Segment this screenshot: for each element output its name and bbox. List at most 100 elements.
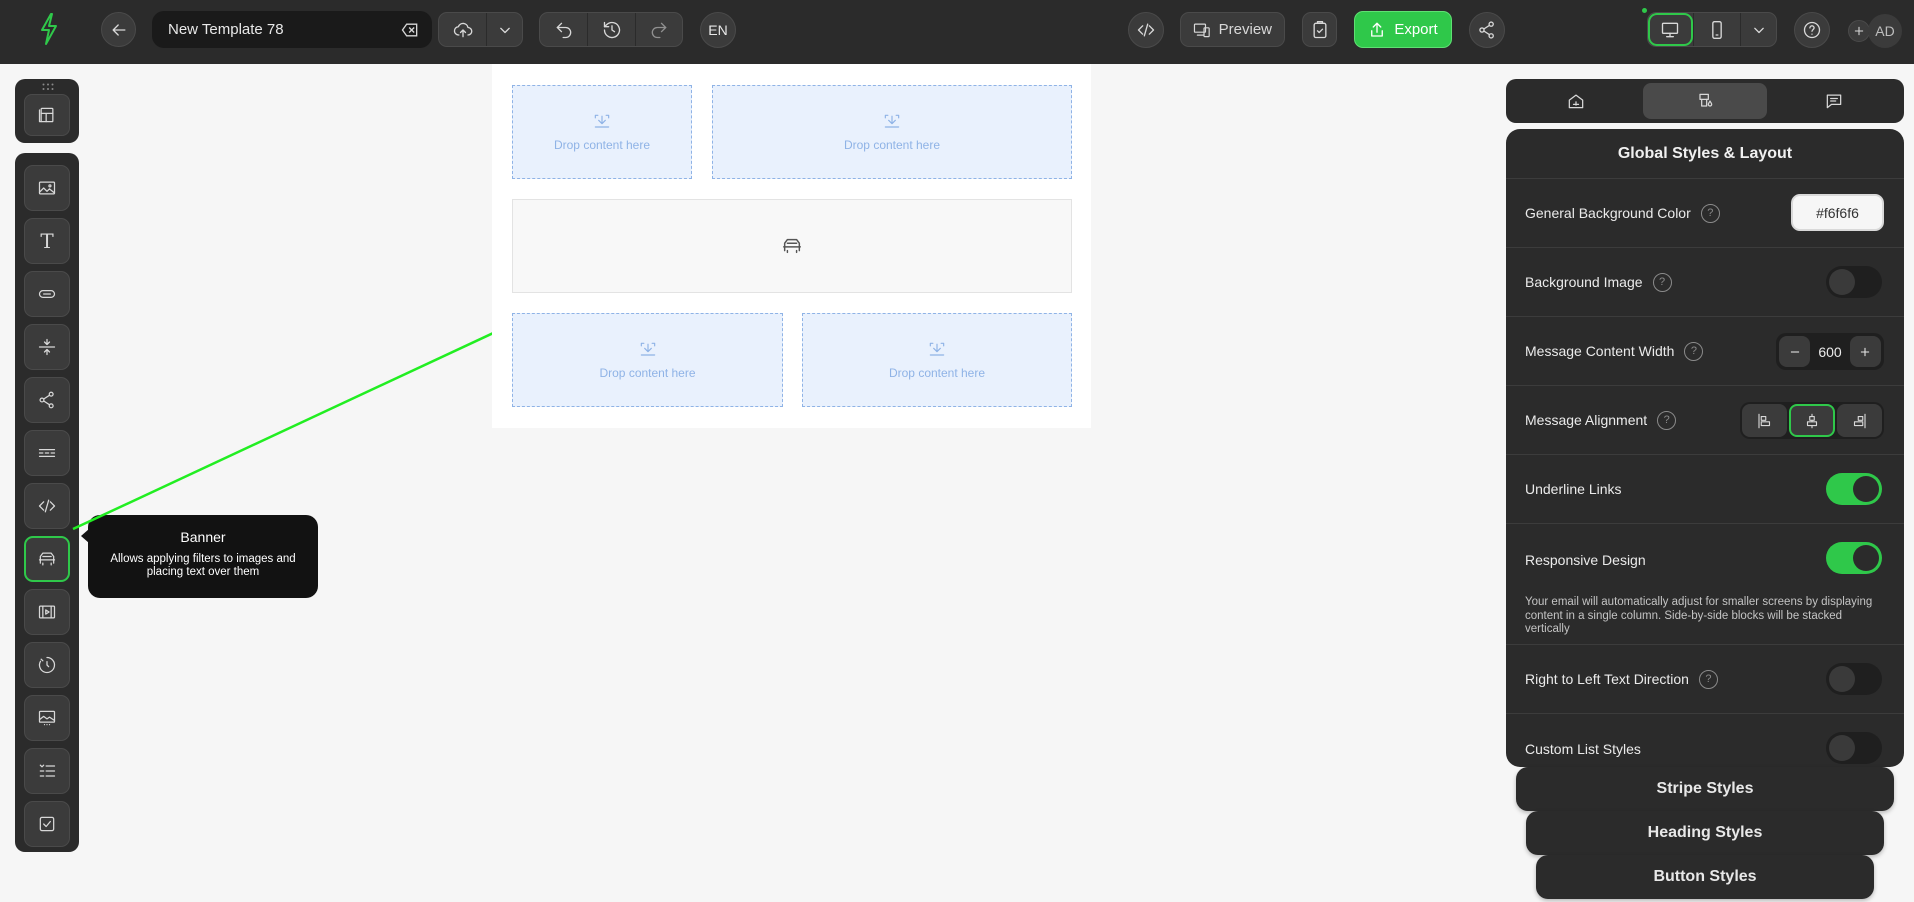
setting-label: General Background Color xyxy=(1525,205,1691,221)
top-toolbar: New Template 78 EN Preview Export AD xyxy=(0,0,1914,64)
share-button[interactable] xyxy=(1469,12,1505,48)
block-menu-button[interactable] xyxy=(24,430,70,476)
preview-button[interactable]: Preview xyxy=(1180,12,1285,47)
house-settings-icon xyxy=(1569,94,1584,109)
status-dot xyxy=(1642,8,1647,13)
setting-label: Responsive Design xyxy=(1525,552,1646,568)
clear-input-icon[interactable] xyxy=(400,20,420,40)
block-timer-button[interactable] xyxy=(24,642,70,688)
test-email-button[interactable] xyxy=(1302,12,1337,47)
width-value[interactable]: 600 xyxy=(1818,344,1841,360)
undo-button[interactable] xyxy=(540,13,587,46)
stripe-styles-accordion[interactable]: Stripe Styles xyxy=(1516,767,1894,811)
arrow-left-icon xyxy=(112,23,125,36)
align-left-button[interactable] xyxy=(1742,404,1788,437)
export-button[interactable]: Export xyxy=(1354,11,1452,48)
block-accordion-button[interactable] xyxy=(24,748,70,794)
underline-links-toggle[interactable] xyxy=(1826,473,1882,505)
block-button-button[interactable] xyxy=(24,271,70,317)
content-width-stepper: 600 xyxy=(1776,333,1884,370)
code-icon xyxy=(1137,23,1155,37)
version-history-button[interactable] xyxy=(587,13,634,46)
banner-tooltip: Banner Allows applying filters to images… xyxy=(81,515,318,598)
code-editor-button[interactable] xyxy=(1128,12,1164,48)
setting-row-underline-links: Underline Links xyxy=(1506,455,1904,524)
heading-styles-accordion[interactable]: Heading Styles xyxy=(1526,811,1884,855)
align-right-button[interactable] xyxy=(1836,404,1882,437)
background-color-picker[interactable]: #f6f6f6 xyxy=(1791,194,1884,231)
back-button[interactable] xyxy=(101,12,136,47)
button-styles-accordion[interactable]: Button Styles xyxy=(1536,855,1874,899)
save-group xyxy=(438,12,523,47)
alignment-selector xyxy=(1740,402,1884,439)
history-icon xyxy=(603,21,620,38)
drop-zone[interactable]: Drop content here xyxy=(512,85,692,179)
drop-zone[interactable]: Drop content here xyxy=(712,85,1072,179)
help-icon[interactable]: ? xyxy=(1698,669,1718,689)
tab-comments[interactable] xyxy=(1771,83,1896,119)
template-name-input[interactable]: New Template 78 xyxy=(152,11,432,48)
align-center-button[interactable] xyxy=(1789,404,1835,437)
decrement-button[interactable] xyxy=(1779,336,1810,367)
redo-button[interactable] xyxy=(634,13,682,46)
responsive-design-toggle[interactable] xyxy=(1826,542,1882,574)
desktop-view-button[interactable] xyxy=(1648,13,1693,46)
block-form-button[interactable] xyxy=(24,801,70,847)
toggle-knob xyxy=(1853,476,1879,502)
chevron-down-icon xyxy=(499,27,510,33)
export-icon xyxy=(1371,22,1384,37)
tab-content-settings[interactable] xyxy=(1514,83,1639,119)
structures-button[interactable] xyxy=(24,94,70,136)
mobile-view-button[interactable] xyxy=(1692,13,1741,46)
view-options-dropdown[interactable] xyxy=(1740,13,1776,46)
add-collaborator-button[interactable] xyxy=(1848,20,1870,42)
help-icon[interactable]: ? xyxy=(1700,203,1720,223)
export-label: Export xyxy=(1394,21,1438,38)
language-button[interactable]: EN xyxy=(700,12,736,48)
block-text-button[interactable]: T xyxy=(24,218,70,264)
language-label: EN xyxy=(708,22,728,38)
clipboard-check-icon xyxy=(1313,20,1326,38)
drop-icon xyxy=(594,114,610,128)
block-amp-carousel-button[interactable] xyxy=(24,695,70,741)
checkbox-icon xyxy=(39,816,55,832)
block-spacer-button[interactable] xyxy=(24,324,70,370)
cloud-upload-icon xyxy=(453,22,473,37)
plus-icon xyxy=(1854,26,1864,36)
blocks-toolbar: T xyxy=(15,153,79,852)
align-center-icon xyxy=(1806,413,1818,428)
block-social-button[interactable] xyxy=(24,377,70,423)
background-image-toggle[interactable] xyxy=(1826,266,1882,298)
stripo-logo-icon xyxy=(38,12,60,46)
cloud-save-button[interactable] xyxy=(439,13,486,46)
drag-grip-icon[interactable] xyxy=(42,83,54,91)
social-share-icon xyxy=(39,391,54,409)
help-icon[interactable]: ? xyxy=(1657,410,1677,430)
tooltip-title: Banner xyxy=(180,529,226,545)
rtl-toggle[interactable] xyxy=(1826,663,1882,695)
block-banner-button[interactable] xyxy=(24,536,70,582)
setting-label: Custom List Styles xyxy=(1525,740,1641,757)
help-button[interactable] xyxy=(1794,12,1830,48)
block-html-button[interactable] xyxy=(24,483,70,529)
toggle-knob xyxy=(1853,545,1879,571)
mobile-icon xyxy=(1712,20,1722,39)
banner-icon xyxy=(783,238,801,254)
help-icon[interactable]: ? xyxy=(1652,272,1672,292)
avatar-initials: AD xyxy=(1875,23,1895,39)
setting-row-rtl: Right to Left Text Direction ? xyxy=(1506,645,1904,714)
increment-button[interactable] xyxy=(1849,336,1881,367)
banner-block-placeholder[interactable] xyxy=(512,199,1072,293)
setting-row-background-image: Background Image ? xyxy=(1506,248,1904,317)
drop-zone[interactable]: Drop content here xyxy=(512,313,783,407)
drop-icon xyxy=(640,342,655,356)
block-image-button[interactable] xyxy=(24,165,70,211)
drop-zone[interactable]: Drop content here xyxy=(802,313,1072,407)
block-video-button[interactable] xyxy=(24,589,70,635)
avatar[interactable]: AD xyxy=(1868,14,1902,48)
accordion-list-icon xyxy=(39,764,56,777)
tab-global-styles[interactable] xyxy=(1642,83,1768,119)
save-options-dropdown[interactable] xyxy=(486,13,522,46)
help-icon[interactable]: ? xyxy=(1684,341,1704,361)
custom-list-toggle[interactable] xyxy=(1826,732,1882,764)
